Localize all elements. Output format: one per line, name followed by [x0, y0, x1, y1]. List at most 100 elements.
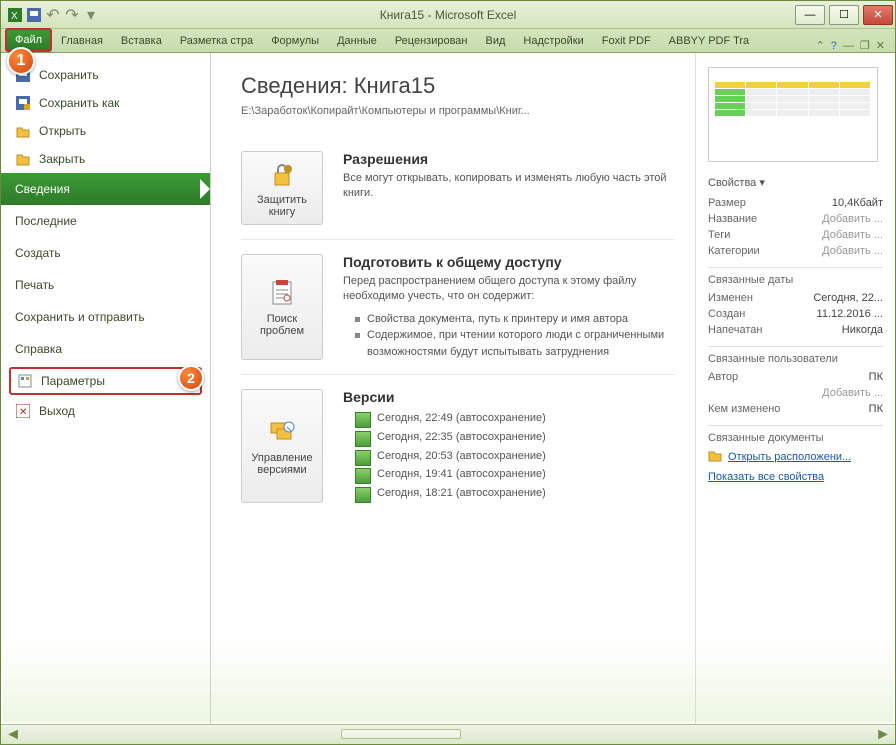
scroll-thumb[interactable]	[341, 729, 461, 739]
prop-mod-key: Изменен	[708, 292, 753, 304]
help-icon[interactable]: ?	[831, 40, 837, 52]
inspect-body: Подготовить к общему доступу Перед распр…	[343, 254, 675, 360]
inspect-text: Перед распространением общего доступа к …	[343, 274, 675, 305]
tab-data[interactable]: Данные	[328, 30, 386, 52]
nav-exit-label: Выход	[39, 404, 75, 418]
nav-saveas[interactable]: Сохранить как	[1, 89, 210, 117]
tab-layout[interactable]: Разметка стра	[171, 30, 262, 52]
nav-open[interactable]: Открыть	[1, 117, 210, 145]
nav-options[interactable]: Параметры 2	[9, 367, 202, 395]
prop-author-add-val: Добавить ...	[822, 387, 883, 399]
version-item[interactable]: Сегодня, 22:49 (автосохранение)	[355, 409, 675, 428]
nav-print[interactable]: Печать	[1, 269, 210, 301]
section-permissions: Защитить книгу Разрешения Все могут откр…	[241, 137, 675, 240]
prop-tags-val[interactable]: Добавить ...	[822, 229, 883, 241]
annotation-badge-1: 1	[7, 47, 35, 75]
info-title-doc: Книга15	[354, 73, 436, 98]
file-path: E:\Заработок\Копирайт\Компьютеры и прогр…	[241, 105, 675, 117]
version-item[interactable]: Сегодня, 20:53 (автосохранение)	[355, 447, 675, 466]
prop-modby: Кем измененоПК	[708, 401, 883, 417]
nav-new[interactable]: Создать	[1, 237, 210, 269]
nav-new-label: Создать	[15, 246, 61, 260]
version-item[interactable]: Сегодня, 22:35 (автосохранение)	[355, 428, 675, 447]
show-all-properties-link[interactable]: Показать все свойства	[708, 471, 883, 483]
maximize-button[interactable]: ☐	[829, 5, 859, 25]
prop-title: НазваниеДобавить ...	[708, 211, 883, 227]
prop-title-val[interactable]: Добавить ...	[822, 213, 883, 225]
tab-foxit[interactable]: Foxit PDF	[593, 30, 660, 52]
prop-cat-val[interactable]: Добавить ...	[822, 245, 883, 257]
scroll-right-icon[interactable]: ►	[875, 727, 891, 743]
document-preview	[708, 67, 878, 162]
nav-close-label: Закрыть	[39, 152, 85, 166]
qat-more-icon[interactable]: ▾	[83, 7, 99, 23]
prop-categories: КатегорииДобавить ...	[708, 243, 883, 259]
protect-workbook-button[interactable]: Защитить книгу	[241, 151, 323, 225]
nav-recent[interactable]: Последние	[1, 205, 210, 237]
nav-info[interactable]: Сведения	[1, 173, 210, 205]
versions-icon	[266, 416, 298, 448]
versions-list: Сегодня, 22:49 (автосохранение) Сегодня,…	[343, 409, 675, 502]
tab-view[interactable]: Вид	[477, 30, 515, 52]
redo-icon[interactable]: ↷	[64, 7, 80, 23]
inspect-button[interactable]: Поиск проблем	[241, 254, 323, 360]
tab-insert[interactable]: Вставка	[112, 30, 171, 52]
options-icon	[17, 373, 33, 389]
prop-dates: Связанные даты ИзмененСегодня, 22... Соз…	[708, 267, 883, 338]
properties-pane: Свойства ▾ Размер10,4Кбайт НазваниеДобав…	[695, 53, 895, 724]
prop-tags: Теги Добавить ...	[708, 227, 883, 243]
ribbon-tabs: Файл Главная Вставка Разметка стра Форму…	[1, 29, 895, 53]
mdi-min-icon[interactable]: —	[843, 40, 854, 52]
mdi-restore-icon[interactable]: ❐	[860, 39, 870, 52]
nav-exit[interactable]: ✕ Выход	[1, 397, 210, 425]
horizontal-scrollbar[interactable]: ◄ ►	[1, 724, 895, 744]
prop-modified: ИзмененСегодня, 22...	[708, 290, 883, 306]
minimize-button[interactable]: —	[795, 5, 825, 25]
version-item[interactable]: Сегодня, 19:41 (автосохранение)	[355, 465, 675, 484]
nav-help-label: Справка	[15, 342, 62, 356]
tab-formulas[interactable]: Формулы	[262, 30, 328, 52]
prop-users: Связанные пользователи АвторПК Добавить …	[708, 346, 883, 417]
prop-author-add[interactable]: Добавить ...	[708, 385, 883, 401]
nav-save-label: Сохранить	[39, 68, 99, 82]
saveas-icon	[15, 95, 31, 111]
nav-info-label: Сведения	[15, 182, 70, 196]
quick-access-toolbar: X ↶ ↷ ▾	[1, 7, 105, 23]
properties-header[interactable]: Свойства ▾	[708, 176, 883, 189]
folder-open-icon	[15, 123, 31, 139]
info-title-prefix: Сведения:	[241, 73, 354, 98]
app-window: X ↶ ↷ ▾ Книга15 - Microsoft Excel — ☐ ✕ …	[0, 0, 896, 745]
nav-open-label: Открыть	[39, 124, 86, 138]
prop-author-val: ПК	[869, 371, 883, 383]
prop-docs-heading: Связанные документы	[708, 432, 883, 444]
prop-size-key: Размер	[708, 197, 746, 209]
nav-options-label: Параметры	[41, 374, 105, 388]
minimize-ribbon-icon[interactable]: ⌃	[816, 39, 825, 52]
prop-docs: Связанные документы Открыть расположени.…	[708, 425, 883, 483]
open-location-link[interactable]: Открыть расположени...	[708, 448, 883, 465]
close-button[interactable]: ✕	[863, 5, 893, 25]
folder-icon	[708, 448, 722, 465]
tab-abbyy[interactable]: ABBYY PDF Tra	[660, 30, 759, 52]
inspect-list: Свойства документа, путь к принтеру и им…	[343, 311, 675, 361]
nav-help[interactable]: Справка	[1, 333, 210, 365]
inspect-btn-label: Поиск проблем	[246, 313, 318, 337]
prop-tags-key: Теги	[708, 229, 730, 241]
nav-share[interactable]: Сохранить и отправить	[1, 301, 210, 333]
permissions-body: Разрешения Все могут открывать, копирова…	[343, 151, 675, 225]
versions-heading: Версии	[343, 389, 675, 405]
prop-created-val: 11.12.2016 ...	[817, 308, 883, 320]
versions-button[interactable]: Управление версиями	[241, 389, 323, 502]
undo-icon[interactable]: ↶	[45, 7, 61, 23]
permissions-text: Все могут открывать, копировать и изменя…	[343, 171, 675, 202]
tab-review[interactable]: Рецензирован	[386, 30, 477, 52]
tab-home[interactable]: Главная	[52, 30, 112, 52]
nav-close[interactable]: Закрыть	[1, 145, 210, 173]
svg-text:X: X	[11, 11, 18, 22]
save-icon[interactable]	[26, 7, 42, 23]
version-item[interactable]: Сегодня, 18:21 (автосохранение)	[355, 484, 675, 503]
exit-icon: ✕	[15, 403, 31, 419]
scroll-left-icon[interactable]: ◄	[5, 727, 21, 743]
tab-addins[interactable]: Надстройки	[514, 30, 592, 52]
mdi-close-icon[interactable]: ✕	[876, 39, 885, 52]
